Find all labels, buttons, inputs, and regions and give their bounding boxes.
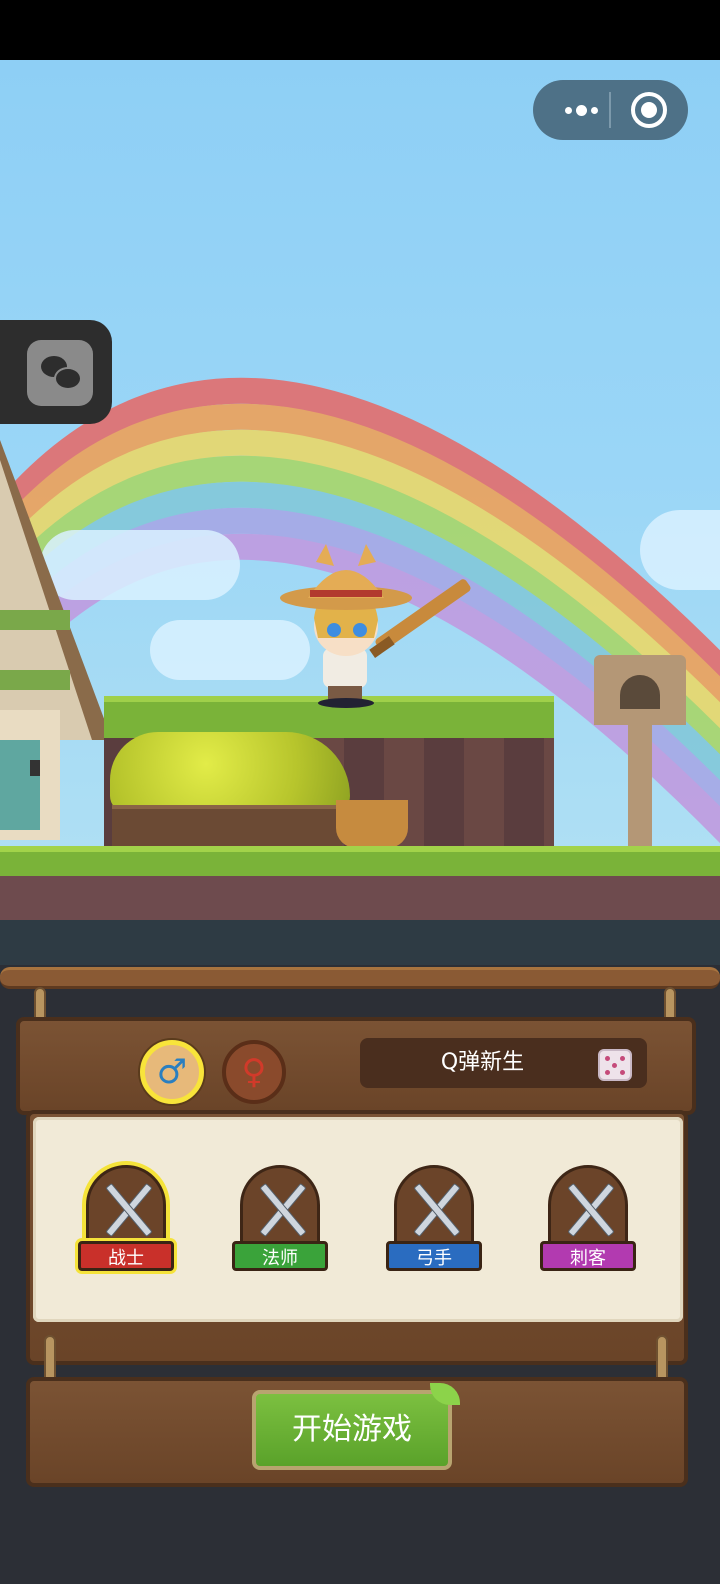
- crossed-swords-icon: [86, 1165, 166, 1251]
- wechat-icon: [27, 340, 93, 406]
- gender-female-button[interactable]: ♀: [222, 1040, 286, 1104]
- gender-male-button[interactable]: ♂: [140, 1040, 204, 1104]
- character-name: Q弹新生: [440, 1050, 525, 1075]
- birdhouse-post: [628, 710, 652, 850]
- character-creation-panel: ♂ ♀ Q弹新生 战士 法师 弓手 刺客 开始游戏: [0, 965, 720, 1584]
- house: [0, 440, 112, 840]
- class-assassin[interactable]: 刺客: [526, 1165, 650, 1285]
- dice-icon[interactable]: [598, 1049, 632, 1081]
- ground-soil: [0, 876, 720, 920]
- class-label: 战士: [78, 1241, 174, 1271]
- capsule-divider: [609, 92, 611, 128]
- game-scene: [0, 60, 720, 965]
- yellow-bush: [110, 732, 350, 812]
- fruit-basket: [336, 800, 408, 848]
- class-mage[interactable]: 法师: [218, 1165, 342, 1285]
- miniprogram-capsule: [533, 80, 688, 140]
- ground-grass: [0, 846, 720, 876]
- floating-wechat-button[interactable]: [0, 320, 112, 424]
- start-game-button[interactable]: 开始游戏: [252, 1390, 452, 1470]
- class-warrior[interactable]: 战士: [64, 1165, 188, 1285]
- hero-character: [280, 544, 471, 708]
- cloud: [640, 510, 720, 590]
- class-archer[interactable]: 弓手: [372, 1165, 496, 1285]
- male-icon: ♂: [156, 1052, 188, 1092]
- branch-decoration: [0, 967, 720, 989]
- female-icon: ♀: [241, 1052, 267, 1092]
- winged-staff-icon: [240, 1165, 320, 1251]
- class-label: 法师: [232, 1241, 328, 1271]
- class-label: 刺客: [540, 1241, 636, 1271]
- status-bar: [0, 0, 720, 60]
- ground-shadow: [0, 920, 720, 965]
- target-close-icon[interactable]: [631, 92, 667, 128]
- class-label: 弓手: [386, 1241, 482, 1271]
- crossed-daggers-icon: [548, 1165, 628, 1251]
- bow-arrow-icon: [394, 1165, 474, 1251]
- more-dots-icon[interactable]: [551, 80, 611, 140]
